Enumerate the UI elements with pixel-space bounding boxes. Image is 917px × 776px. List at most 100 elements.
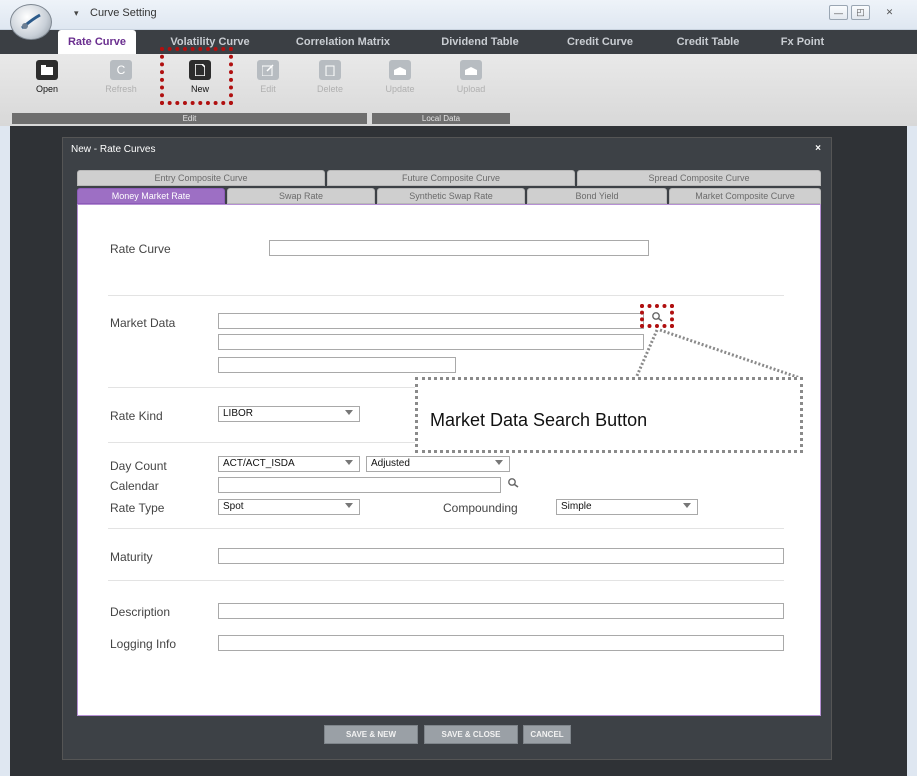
dialog-title: New - Rate Curves	[71, 144, 156, 155]
upload-label: Upload	[456, 84, 486, 94]
delete-icon	[319, 60, 341, 80]
tab-fx-point[interactable]: Fx Point	[770, 30, 835, 54]
upload-icon	[460, 60, 482, 80]
maturity-input[interactable]	[218, 548, 784, 564]
button-label: CANCEL	[530, 730, 564, 739]
edit-icon	[257, 60, 279, 80]
compounding-label: Compounding	[443, 501, 518, 515]
window-title: Curve Setting	[90, 7, 157, 19]
day-count-select[interactable]: ACT/ACT_ISDA	[218, 456, 360, 472]
app-logo-icon	[21, 13, 41, 30]
update-button[interactable]: Update	[375, 60, 425, 106]
restore-button[interactable]: ◰	[851, 5, 870, 20]
delete-button[interactable]: Delete	[305, 60, 355, 106]
tab-entry-composite-curve[interactable]: Entry Composite Curve	[77, 170, 325, 186]
business-day-adjust-value: Adjusted	[371, 458, 410, 469]
close-window-button[interactable]: ✕	[880, 5, 899, 20]
app-menu-button[interactable]	[10, 4, 52, 40]
refresh-icon: C	[110, 60, 132, 80]
calendar-input[interactable]	[218, 477, 501, 493]
save-and-new-button[interactable]: SAVE & NEW	[324, 725, 418, 744]
minimize-button[interactable]: —	[829, 5, 848, 20]
tab-label: Credit Curve	[566, 36, 634, 48]
maturity-label: Maturity	[110, 550, 153, 564]
tab-credit-curve[interactable]: Credit Curve	[555, 30, 645, 54]
calendar-label: Calendar	[110, 479, 159, 493]
ribbon-panel: Open C Refresh New Edit Delete Update Up…	[0, 54, 917, 126]
tab-label: Rate Curve	[67, 36, 127, 48]
tab-label: Dividend Table	[441, 36, 519, 48]
button-label: SAVE & CLOSE	[441, 730, 501, 739]
workspace-right-border	[907, 126, 917, 776]
group-label: Edit	[182, 114, 197, 123]
new-button-highlight	[160, 47, 233, 105]
tab-market-composite-curve[interactable]: Market Composite Curve	[669, 188, 821, 204]
refresh-label: Refresh	[105, 84, 137, 94]
open-button[interactable]: Open	[22, 60, 72, 106]
ribbon-group-local-data: Local Data	[372, 113, 510, 124]
quick-access-dropdown-icon[interactable]: ▾	[74, 8, 79, 19]
tab-money-market-rate[interactable]: Money Market Rate	[77, 188, 225, 204]
refresh-button[interactable]: C Refresh	[96, 60, 146, 106]
tab-label: Money Market Rate	[111, 191, 191, 201]
logging-info-input[interactable]	[218, 635, 784, 651]
chevron-down-icon	[345, 410, 353, 415]
rate-kind-value: LIBOR	[223, 408, 254, 419]
open-label: Open	[35, 84, 59, 94]
edit-label: Edit	[260, 84, 276, 94]
ribbon-group-edit: Edit	[12, 113, 367, 124]
tab-rate-curve[interactable]: Rate Curve	[58, 30, 136, 54]
dialog-close-icon[interactable]: ×	[815, 143, 821, 154]
compounding-value: Simple	[561, 501, 592, 512]
upload-button[interactable]: Upload	[446, 60, 496, 106]
tab-label: Swap Rate	[278, 191, 324, 201]
tab-synthetic-swap-rate[interactable]: Synthetic Swap Rate	[377, 188, 525, 204]
callout-text: Market Data Search Button	[430, 410, 648, 430]
tab-future-composite-curve[interactable]: Future Composite Curve	[327, 170, 575, 186]
divider	[108, 295, 784, 296]
rate-type-value: Spot	[223, 501, 244, 512]
tab-dividend-table[interactable]: Dividend Table	[430, 30, 530, 54]
rate-type-select[interactable]: Spot	[218, 499, 360, 515]
update-label: Update	[385, 84, 415, 94]
tab-label: Synthetic Swap Rate	[409, 191, 493, 201]
chevron-down-icon	[345, 503, 353, 508]
business-day-adjust-select[interactable]: Adjusted	[366, 456, 510, 472]
rate-kind-select[interactable]: LIBOR	[218, 406, 360, 422]
save-and-close-button[interactable]: SAVE & CLOSE	[424, 725, 518, 744]
cancel-button[interactable]: CANCEL	[523, 725, 571, 744]
description-label: Description	[110, 605, 171, 619]
market-data-input-3[interactable]	[218, 357, 456, 373]
close-icon: ✕	[885, 7, 894, 17]
calendar-search-icon[interactable]	[507, 477, 521, 491]
tab-label: Correlation Matrix	[295, 36, 391, 48]
compounding-select[interactable]: Simple	[556, 499, 698, 515]
logging-info-label: Logging Info	[110, 637, 177, 651]
tab-bond-yield[interactable]: Bond Yield	[527, 188, 667, 204]
group-label: Local Data	[421, 114, 461, 123]
chevron-down-icon	[495, 460, 503, 465]
restore-icon: ◰	[856, 7, 865, 17]
tab-swap-rate[interactable]: Swap Rate	[227, 188, 375, 204]
chevron-down-icon	[345, 460, 353, 465]
tab-correlation-matrix[interactable]: Correlation Matrix	[288, 30, 398, 54]
tab-spread-composite-curve[interactable]: Spread Composite Curve	[577, 170, 821, 186]
market-data-input[interactable]	[218, 313, 644, 329]
delete-label: Delete	[316, 84, 343, 94]
market-data-input-2[interactable]	[218, 334, 644, 350]
rate-curve-input[interactable]	[269, 240, 649, 256]
day-count-value: ACT/ACT_ISDA	[223, 458, 295, 469]
tab-credit-table[interactable]: Credit Table	[663, 30, 753, 54]
minimize-icon: —	[834, 7, 843, 18]
money-market-rate-form: Rate Curve Market Data Rate Kind LIBOR D…	[77, 204, 821, 716]
description-input[interactable]	[218, 603, 784, 619]
market-data-label: Market Data	[110, 316, 176, 330]
tab-label: Future Composite Curve	[401, 173, 501, 183]
rate-curve-label: Rate Curve	[110, 242, 171, 256]
edit-button[interactable]: Edit	[243, 60, 293, 106]
divider	[108, 580, 784, 581]
folder-icon	[36, 60, 58, 80]
tab-label: Fx Point	[780, 36, 825, 48]
workspace-left-border	[0, 126, 10, 776]
tab-label: Market Composite Curve	[695, 191, 795, 201]
